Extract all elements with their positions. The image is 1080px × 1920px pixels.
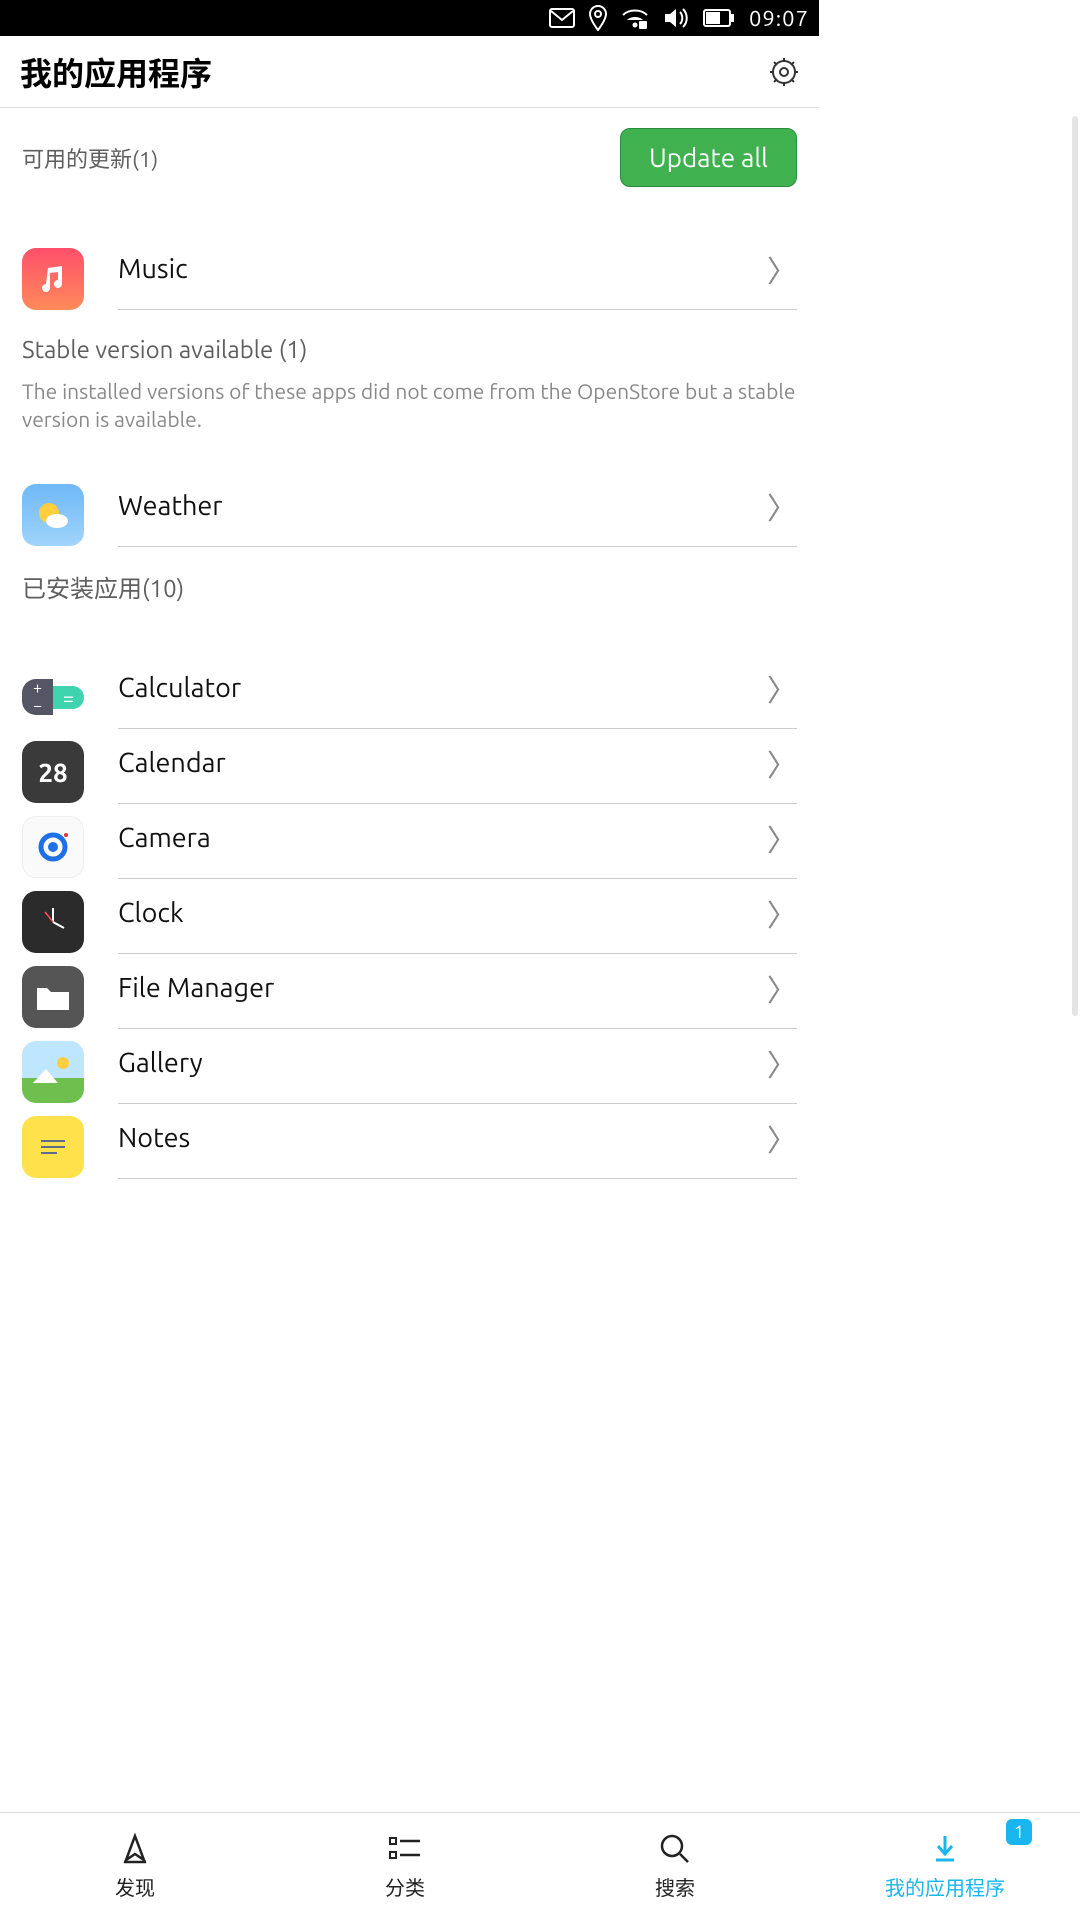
app-row-calculator[interactable]: +−= Calculator 〉 (0, 654, 819, 729)
settings-button[interactable] (769, 57, 799, 87)
nav-label: 我的应用程序 (885, 1872, 1005, 1901)
app-label: Clock (118, 898, 184, 928)
status-bar: 09:07 (0, 0, 819, 36)
page-title: 我的应用程序 (20, 49, 212, 95)
categories-icon (388, 1832, 422, 1866)
app-label: Calculator (118, 673, 241, 703)
app-row-clock[interactable]: Clock 〉 (0, 879, 819, 954)
app-label: File Manager (118, 973, 274, 1003)
wifi-icon (621, 7, 649, 29)
scrollbar[interactable] (1072, 116, 1078, 1016)
chevron-right-icon: 〉 (767, 816, 797, 860)
calendar-icon: 28 (22, 741, 84, 803)
chevron-right-icon: 〉 (767, 741, 797, 785)
app-row-camera[interactable]: Camera 〉 (0, 804, 819, 879)
status-time: 09:07 (749, 6, 809, 31)
camera-icon (22, 816, 84, 878)
download-icon (928, 1832, 962, 1866)
calendar-day-number: 28 (38, 758, 67, 787)
app-row-gallery[interactable]: Gallery 〉 (0, 1029, 819, 1104)
clock-icon (22, 891, 84, 953)
app-header: 我的应用程序 (0, 36, 819, 108)
nav-categories[interactable]: 分类 (270, 1813, 540, 1920)
nav-myapps[interactable]: 1 我的应用程序 (810, 1813, 1080, 1920)
chevron-right-icon: 〉 (767, 1041, 797, 1085)
app-label: Gallery (118, 1048, 203, 1078)
nav-label: 发现 (115, 1872, 155, 1901)
app-row-music[interactable]: Music 〉 (0, 235, 819, 310)
app-label: Music (118, 254, 188, 284)
app-label: Calendar (118, 748, 226, 778)
updates-count-label: 可用的更新(1) (22, 142, 158, 174)
notes-icon (22, 1116, 84, 1178)
location-icon (589, 5, 607, 31)
nav-discover[interactable]: 发现 (0, 1813, 270, 1920)
mail-icon (549, 8, 575, 28)
chevron-right-icon: 〉 (767, 1116, 797, 1160)
music-icon (22, 248, 84, 310)
chevron-right-icon: 〉 (767, 484, 797, 528)
app-row-notes[interactable]: Notes 〉 (0, 1104, 819, 1179)
battery-icon (703, 9, 735, 27)
installed-section-title: 已安装应用(10) (0, 547, 819, 634)
calculator-icon: +−= (22, 666, 84, 728)
folder-icon (22, 966, 84, 1028)
chevron-right-icon: 〉 (767, 891, 797, 935)
chevron-right-icon: 〉 (767, 666, 797, 710)
app-row-calendar[interactable]: 28 Calendar 〉 (0, 729, 819, 804)
gallery-icon (22, 1041, 84, 1103)
search-icon (658, 1832, 692, 1866)
weather-icon (22, 484, 84, 546)
app-row-weather[interactable]: Weather 〉 (0, 472, 819, 547)
nav-label: 分类 (385, 1872, 425, 1901)
stable-section-desc: The installed versions of these apps did… (0, 369, 819, 444)
app-label: Notes (118, 1123, 190, 1153)
discover-icon (118, 1832, 152, 1866)
app-label: Camera (118, 823, 211, 853)
chevron-right-icon: 〉 (767, 966, 797, 1010)
volume-icon (663, 6, 689, 30)
updates-section-header: 可用的更新(1) Update all (0, 108, 819, 205)
nav-label: 搜索 (655, 1872, 695, 1901)
app-row-filemanager[interactable]: File Manager 〉 (0, 954, 819, 1029)
content: 可用的更新(1) Update all Music 〉 Stable versi… (0, 108, 819, 1348)
nav-search[interactable]: 搜索 (540, 1813, 810, 1920)
bottom-nav: 发现 分类 搜索 1 我的应用程序 (0, 1812, 1080, 1920)
stable-section-title: Stable version available (1) (0, 310, 819, 369)
update-all-button[interactable]: Update all (620, 128, 797, 187)
nav-badge: 1 (1006, 1819, 1032, 1845)
app-label: Weather (118, 491, 223, 521)
chevron-right-icon: 〉 (767, 247, 797, 291)
